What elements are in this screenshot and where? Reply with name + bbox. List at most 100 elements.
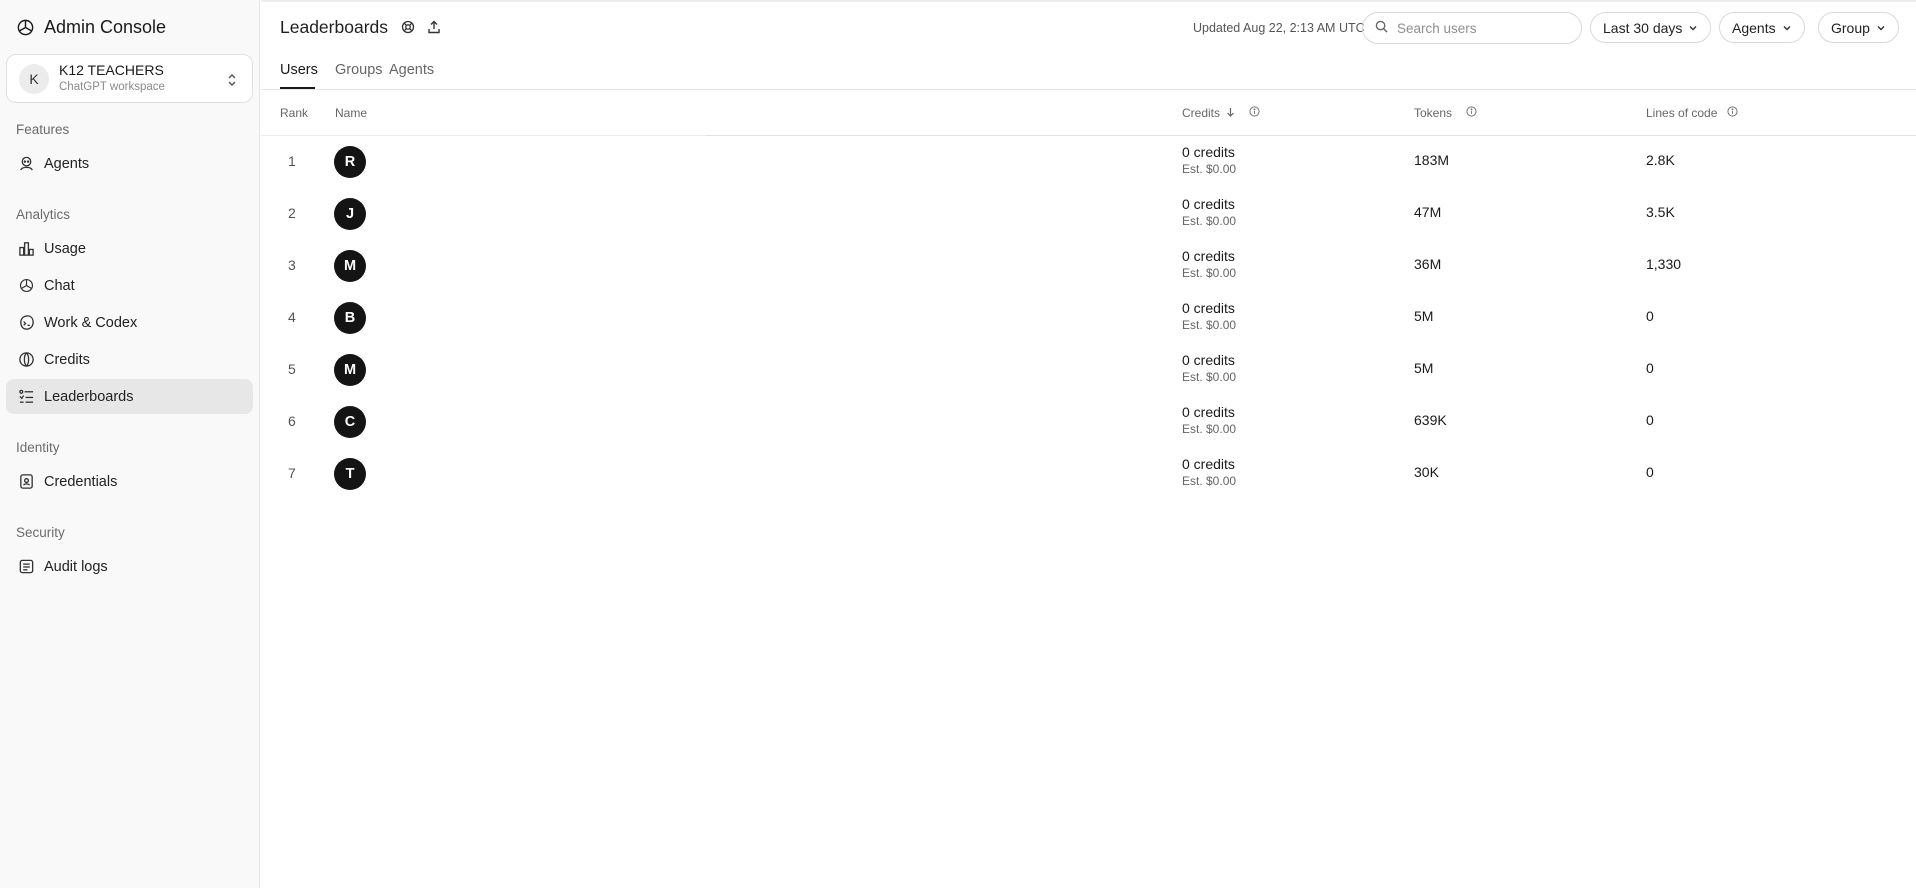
sidebar-item-label: Agents: [44, 155, 90, 172]
workspace-subtitle: ChatGPT workspace: [59, 81, 165, 93]
loc-cell: 0: [1646, 360, 1654, 376]
chevron-updown-icon: [226, 71, 238, 89]
user-avatar: M: [334, 354, 366, 386]
table-row[interactable]: 1 R 0 credits Est. $0.00 183M 2.8K: [261, 136, 1916, 188]
chat-logo-icon: [17, 277, 35, 295]
credits-value: 0 credits: [1182, 144, 1235, 160]
sidebar-item-usage[interactable]: Usage: [6, 231, 253, 266]
credits-estimate: Est. $0.00: [1182, 370, 1237, 384]
sidebar-item-work-codex[interactable]: Work & Codex: [6, 305, 253, 340]
group-filter[interactable]: Group: [1818, 12, 1899, 43]
tokens-cell: 30K: [1414, 464, 1439, 480]
chevron-down-icon: [1688, 20, 1698, 36]
table-row[interactable]: 2 J 0 credits Est. $0.00 47M 3.5K: [261, 188, 1916, 240]
credits-cell: 0 credits Est. $0.00: [1182, 247, 1236, 282]
sidebar-item-audit-logs[interactable]: Audit logs: [6, 549, 253, 584]
column-header-tokens[interactable]: Tokens: [1414, 106, 1477, 120]
openai-logo-icon: [16, 18, 35, 37]
date-range-label: Last 30 days: [1603, 19, 1683, 36]
sidebar-item-label: Usage: [44, 240, 86, 257]
sidebar-item-leaderboards[interactable]: Leaderboards: [6, 379, 253, 414]
workspace-avatar: K: [19, 63, 49, 94]
sidebar-item-agents[interactable]: Agents: [6, 146, 253, 181]
info-icon[interactable]: [1249, 106, 1260, 120]
loc-cell: 0: [1646, 464, 1654, 480]
export-icon[interactable]: [427, 20, 441, 34]
tab-users[interactable]: Users: [280, 62, 318, 78]
credits-estimate: Est. $0.00: [1182, 214, 1237, 228]
bar-chart-icon: [17, 240, 35, 258]
group-filter-label: Group: [1831, 19, 1870, 36]
workspace-switcher[interactable]: K K12 TEACHERS ChatGPT workspace: [6, 54, 253, 103]
credits-estimate: Est. $0.00: [1182, 422, 1237, 436]
credits-cell: 0 credits Est. $0.00: [1182, 403, 1236, 438]
sidebar-item-credentials[interactable]: Credentials: [6, 464, 253, 499]
user-avatar: T: [334, 458, 366, 490]
user-avatar: R: [334, 146, 366, 178]
loc-cell: 2.8K: [1646, 152, 1675, 168]
section-identity: Identity: [16, 440, 60, 455]
agents-icon: [17, 155, 35, 173]
credits-value: 0 credits: [1182, 352, 1235, 368]
info-icon[interactable]: [1727, 106, 1738, 120]
user-avatar: J: [334, 198, 366, 230]
workspace-name: K12 TEACHERS: [59, 62, 164, 78]
sidebar-item-credits[interactable]: Credits: [6, 342, 253, 377]
top-divider: [261, 0, 1916, 2]
rank-cell: 2: [288, 205, 296, 221]
loc-cell: 0: [1646, 308, 1654, 324]
type-filter[interactable]: Agents: [1719, 12, 1805, 43]
tab-groups[interactable]: Groups: [335, 62, 383, 78]
column-header-lines-of-code[interactable]: Lines of code: [1646, 106, 1738, 120]
tokens-cell: 183M: [1414, 152, 1450, 168]
leaderboard-icon: [17, 388, 35, 406]
column-header-name[interactable]: Name: [335, 106, 367, 120]
credits-estimate: Est. $0.00: [1182, 266, 1237, 280]
tokens-cell: 5M: [1414, 360, 1434, 376]
tokens-cell: 36M: [1414, 256, 1442, 272]
rank-cell: 6: [288, 413, 296, 429]
sidebar-item-chat[interactable]: Chat: [6, 268, 253, 303]
sidebar: Admin Console K K12 TEACHERS ChatGPT wor…: [0, 0, 260, 888]
search-box[interactable]: [1362, 12, 1582, 44]
brand: Admin Console: [16, 17, 166, 38]
sort-arrow-down-icon: [1226, 106, 1235, 120]
chevron-down-icon: [1876, 20, 1886, 36]
info-icon[interactable]: [1466, 106, 1477, 120]
tokens-cell: 639K: [1414, 412, 1447, 428]
credits-cell: 0 credits Est. $0.00: [1182, 351, 1236, 386]
table-row[interactable]: 5 M 0 credits Est. $0.00 5M 0: [261, 344, 1916, 396]
credits-icon: [17, 351, 35, 369]
badge-icon: [17, 473, 35, 491]
section-analytics: Analytics: [16, 207, 71, 222]
credits-value: 0 credits: [1182, 248, 1235, 264]
sidebar-item-label: Leaderboards: [44, 388, 134, 405]
column-header-credits[interactable]: Credits: [1182, 106, 1260, 120]
credits-cell: 0 credits Est. $0.00: [1182, 143, 1236, 178]
credits-value: 0 credits: [1182, 404, 1235, 420]
table-row[interactable]: 7 T 0 credits Est. $0.00 30K 0: [261, 448, 1916, 500]
help-icon[interactable]: [401, 20, 415, 34]
table-row[interactable]: 3 M 0 credits Est. $0.00 36M 1,330: [261, 240, 1916, 292]
tokens-cell: 5M: [1414, 308, 1434, 324]
user-avatar: M: [334, 250, 366, 282]
updated-timestamp: Updated Aug 22, 2:13 AM UTC: [1193, 21, 1365, 35]
rank-cell: 7: [288, 465, 296, 481]
credits-estimate: Est. $0.00: [1182, 162, 1237, 176]
search-input[interactable]: [1397, 20, 1567, 36]
date-range-filter[interactable]: Last 30 days: [1590, 12, 1712, 43]
tab-agents[interactable]: Agents: [389, 62, 434, 78]
section-security: Security: [16, 525, 65, 540]
chevron-down-icon: [1782, 20, 1792, 36]
rank-cell: 1: [288, 153, 296, 169]
log-icon: [17, 558, 35, 576]
rank-cell: 4: [288, 309, 296, 325]
table-row[interactable]: 4 B 0 credits Est. $0.00 5M 0: [261, 292, 1916, 344]
rank-cell: 3: [288, 257, 296, 273]
user-avatar: B: [334, 302, 366, 334]
page-title: Leaderboards: [280, 17, 388, 37]
table-row[interactable]: 6 C 0 credits Est. $0.00 639K 0: [261, 396, 1916, 448]
type-filter-label: Agents: [1732, 19, 1776, 36]
credits-value: 0 credits: [1182, 456, 1235, 472]
rank-cell: 5: [288, 361, 296, 377]
